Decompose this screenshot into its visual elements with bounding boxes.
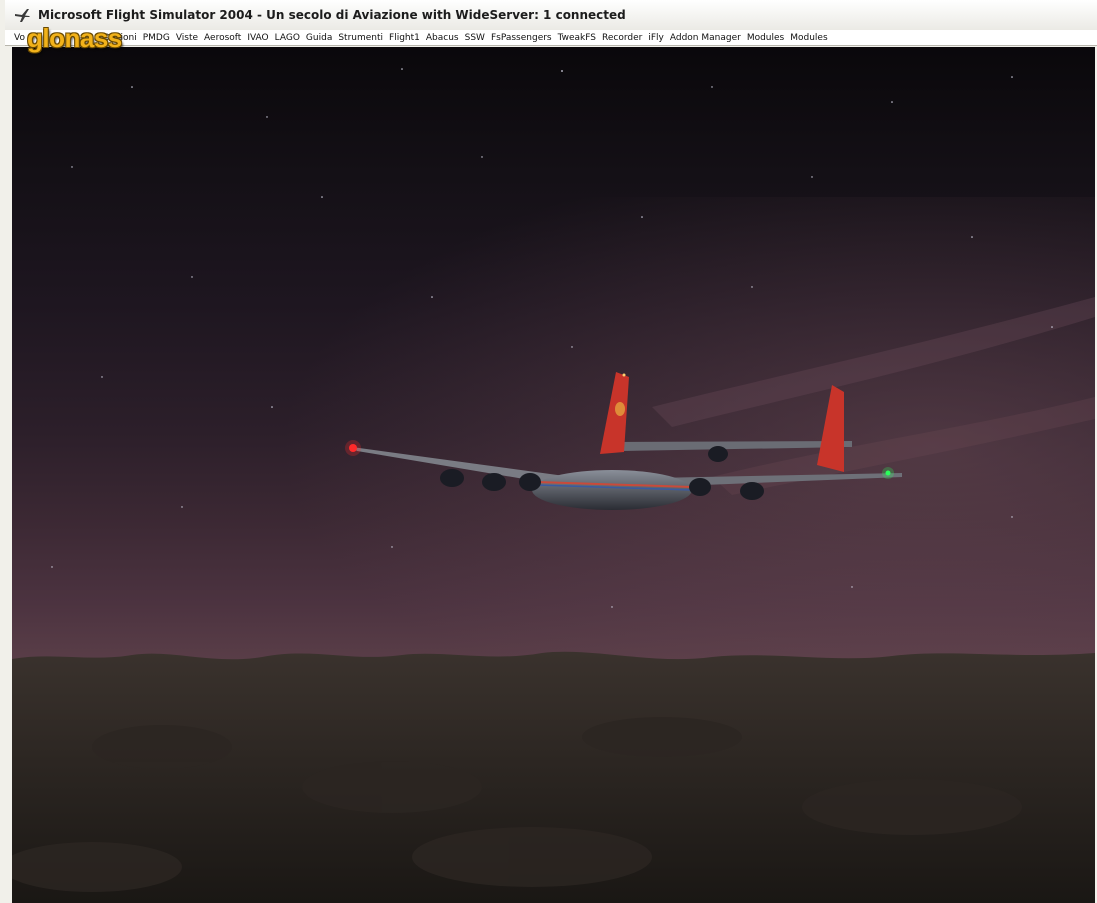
menu-item-addon-manager[interactable]: Addon Manager: [667, 33, 744, 43]
flight-simulator-window: Microsoft Flight Simulator 2004 - Un sec…: [0, 0, 1097, 903]
menu-item-guida[interactable]: Guida: [303, 33, 335, 43]
menu-item-aerosoft[interactable]: Aerosoft: [201, 33, 244, 43]
sim-3d-viewport[interactable]: [12, 47, 1095, 903]
airplane-icon: [15, 9, 30, 22]
menu-item-flight1[interactable]: Flight1: [386, 33, 423, 43]
menu-item-ssw[interactable]: SSW: [462, 33, 488, 43]
menu-item-vo[interactable]: Vo: [11, 33, 28, 43]
menu-item-opzioni[interactable]: Opzioni: [100, 33, 140, 43]
menu-item-pmdg[interactable]: PMDG: [140, 33, 173, 43]
menu-item-fspassengers[interactable]: FsPassengers: [488, 33, 555, 43]
menu-item-abacus[interactable]: Abacus: [423, 33, 462, 43]
menu-item-modules[interactable]: Modules: [744, 33, 787, 43]
menu-bar: Vo Opzioni PMDG Viste Aerosoft IVAO LAGO…: [5, 30, 1097, 46]
menu-item-ivao[interactable]: IVAO: [244, 33, 271, 43]
menu-item-tweakfs[interactable]: TweakFS: [555, 33, 599, 43]
title-bar[interactable]: Microsoft Flight Simulator 2004 - Un sec…: [5, 0, 1097, 31]
menu-item-recorder[interactable]: Recorder: [599, 33, 645, 43]
menu-item-modules-2[interactable]: Modules: [787, 33, 830, 43]
menu-item-lago[interactable]: LAGO: [272, 33, 303, 43]
scene-graphic: [12, 68, 1095, 903]
window-title: Microsoft Flight Simulator 2004 - Un sec…: [38, 8, 626, 22]
menu-item-strumenti[interactable]: Strumenti: [335, 33, 386, 43]
menu-item-viste[interactable]: Viste: [173, 33, 201, 43]
menu-item-ifly[interactable]: iFly: [645, 33, 667, 43]
